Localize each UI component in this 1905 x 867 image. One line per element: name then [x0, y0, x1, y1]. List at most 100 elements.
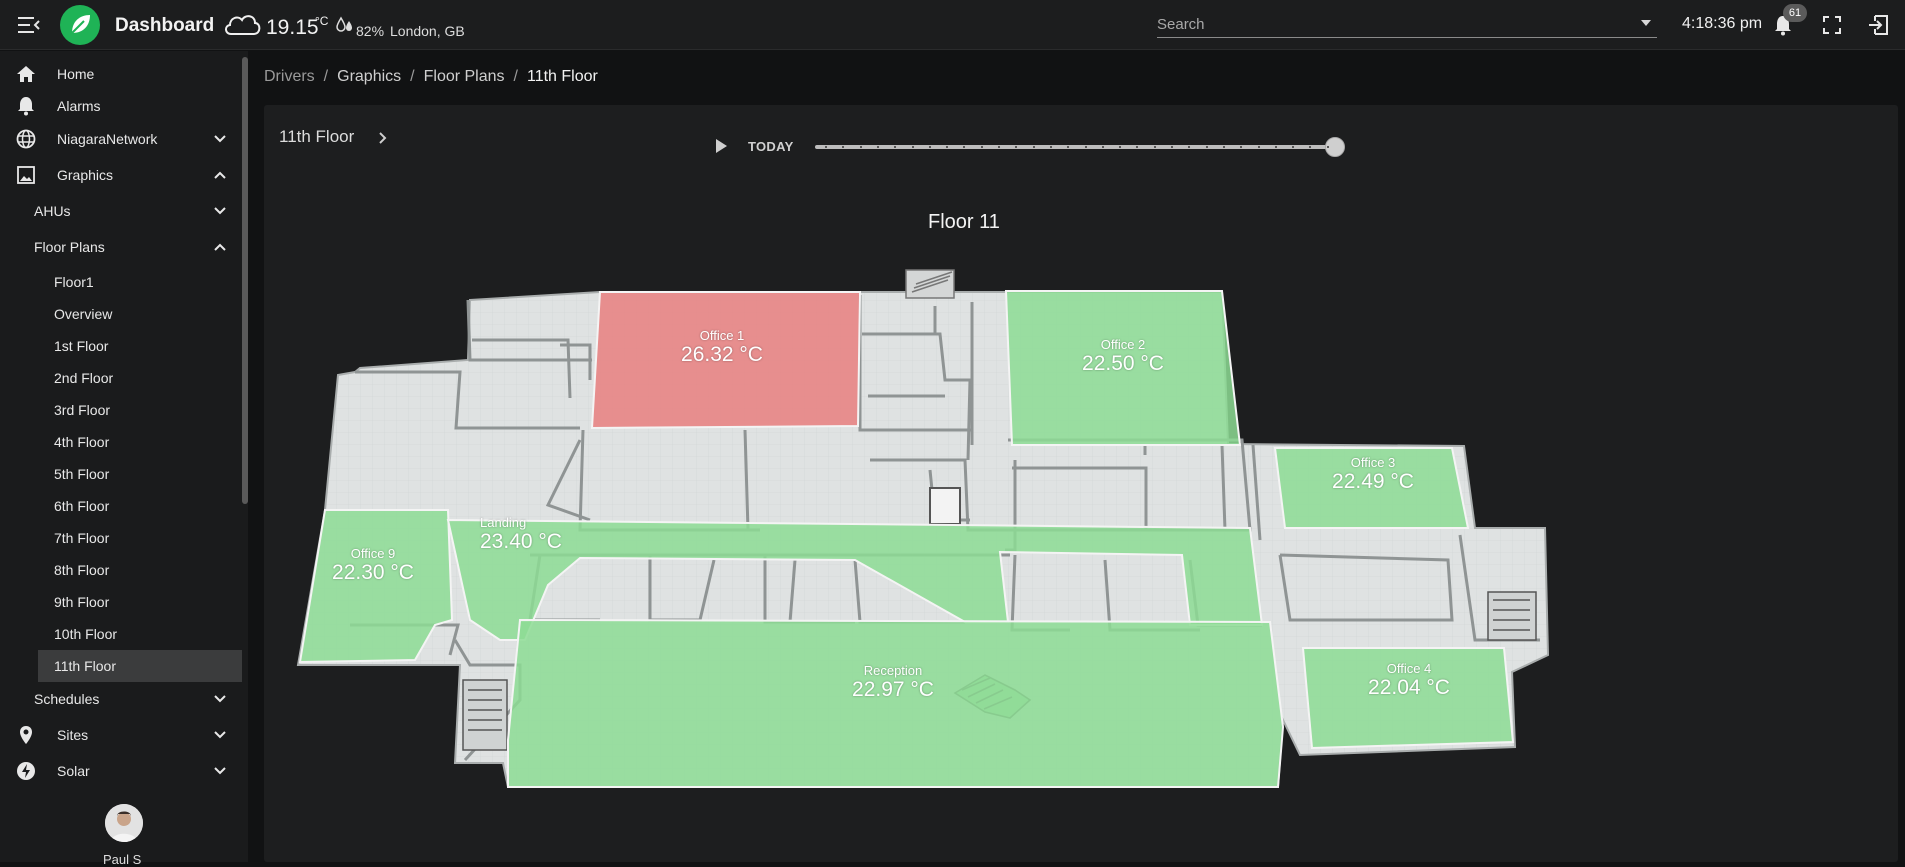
sidebar-item-6th-floor[interactable]: 6th Floor: [0, 489, 240, 523]
image-icon: [17, 166, 35, 184]
user-name: Paul S: [103, 852, 142, 867]
zone-area-office3[interactable]: [1273, 447, 1470, 529]
stairs-left: [462, 679, 508, 751]
sidebar-item-ahus[interactable]: AHUs: [0, 194, 240, 228]
breadcrumb-separator: /: [410, 68, 415, 85]
timeline-tick: [1049, 146, 1052, 148]
timeline-tick: [1274, 146, 1277, 148]
timeline-tick: [980, 146, 983, 148]
sidebar-item-label: Floor Plans: [34, 239, 105, 255]
chevron-down-icon[interactable]: [213, 694, 227, 704]
chevron-down-icon[interactable]: [213, 730, 227, 740]
sidebar-item-3rd-floor[interactable]: 3rd Floor: [0, 393, 240, 427]
humidity-icon: [336, 16, 352, 32]
sidebar-item-label: 2nd Floor: [54, 370, 114, 386]
timeline-tick: [1084, 146, 1087, 148]
timeline-slider[interactable]: [815, 137, 1345, 157]
stairs-top: [905, 269, 955, 299]
sidebar-item-graphics[interactable]: Graphics: [0, 158, 240, 192]
weather-temperature: 19.15: [266, 16, 319, 39]
timeline-tick: [928, 146, 931, 148]
sidebar-item-10th-floor[interactable]: 10th Floor: [0, 617, 240, 651]
breadcrumb-floor-plans[interactable]: Floor Plans: [424, 68, 505, 86]
sidebar-item-5th-floor[interactable]: 5th Floor: [0, 457, 240, 491]
timeline-tick: [963, 146, 966, 148]
timeline-tick: [842, 146, 845, 148]
play-icon[interactable]: [713, 137, 729, 155]
zone-area-office1[interactable]: [590, 291, 862, 430]
timeline-tick: [1015, 146, 1018, 148]
fullscreen-icon[interactable]: [1823, 16, 1841, 34]
weather-location: London, GB: [390, 23, 465, 39]
user-photo-icon: [105, 804, 143, 842]
sidebar-item-7th-floor[interactable]: 7th Floor: [0, 521, 240, 555]
timeline-tick: [859, 146, 862, 148]
sidebar-item-label: 6th Floor: [54, 498, 110, 514]
timeline-tick: [825, 146, 827, 148]
chevron-up-icon[interactable]: [213, 170, 227, 180]
sidebar-item-label: Solar: [57, 763, 90, 779]
sidebar-item-sites[interactable]: Sites: [0, 718, 240, 752]
timeline-tick: [1205, 146, 1208, 148]
sidebar-item-8th-floor[interactable]: 8th Floor: [0, 553, 240, 587]
chevron-down-icon[interactable]: [213, 206, 227, 216]
sidebar-item-9th-floor[interactable]: 9th Floor: [0, 585, 240, 619]
sidebar-item-home[interactable]: Home: [0, 57, 240, 91]
timeline-tick: [911, 146, 914, 148]
sidebar-item-floor1[interactable]: Floor1: [0, 265, 240, 299]
panel-title: 11th Floor: [279, 127, 355, 146]
sidebar-scrollbar[interactable]: [242, 57, 248, 504]
timeline-tick: [876, 146, 879, 148]
sidebar-item-1st-floor[interactable]: 1st Floor: [0, 329, 240, 363]
zone-area-office2[interactable]: [1004, 290, 1242, 446]
sidebar-item-label: 4th Floor: [54, 434, 110, 450]
sidebar-item-label: Home: [57, 66, 95, 82]
chevron-down-icon[interactable]: [1641, 20, 1651, 26]
menu-collapse-icon[interactable]: [18, 15, 40, 35]
sidebar-item-2nd-floor[interactable]: 2nd Floor: [0, 361, 240, 395]
breadcrumb-graphics[interactable]: Graphics: [337, 68, 401, 86]
weather-temperature-unit: °C: [315, 14, 329, 28]
breadcrumb-separator: /: [323, 68, 329, 85]
sidebar-item-11th-floor[interactable]: 11th Floor: [38, 650, 242, 682]
logout-icon[interactable]: [1868, 15, 1888, 35]
floor-plan: [296, 269, 1550, 788]
zone-area-reception[interactable]: [507, 618, 1285, 788]
search-input[interactable]: [1157, 12, 1617, 36]
avatar[interactable]: [105, 804, 143, 842]
top-bar: Dashboard 19.15 °C 82% London, GB 4:18:3…: [0, 0, 1905, 50]
sidebar-item-label: Schedules: [34, 691, 100, 707]
chevron-down-icon[interactable]: [213, 134, 227, 144]
sidebar-item-alarms[interactable]: Alarms: [0, 89, 240, 123]
sidebar-item-niagara-network[interactable]: NiagaraNetwork: [0, 122, 240, 156]
sidebar-item-label: 3rd Floor: [54, 402, 111, 418]
sidebar-item-label: Alarms: [57, 98, 101, 114]
notification-badge[interactable]: 61: [1783, 4, 1807, 22]
timeline-tick: [1257, 146, 1260, 148]
sidebar-item-schedules[interactable]: Schedules: [0, 682, 240, 716]
location-pin-icon: [20, 726, 32, 744]
bell-icon: [18, 97, 34, 116]
zone-area-office4[interactable]: [1301, 647, 1515, 750]
sidebar-item-label: Overview: [54, 306, 113, 322]
timeline-tick: [1153, 146, 1156, 148]
timeline-tick: [1326, 146, 1329, 148]
chevron-down-icon[interactable]: [213, 766, 227, 776]
timeline-tick: [1188, 146, 1191, 148]
breadcrumb-drivers[interactable]: Drivers: [264, 68, 315, 86]
sidebar-item-overview[interactable]: Overview: [0, 297, 240, 331]
sidebar-item-4th-floor[interactable]: 4th Floor: [0, 425, 240, 459]
cloud-icon: [225, 15, 261, 35]
sidebar-item-label: 9th Floor: [54, 594, 110, 610]
app-logo[interactable]: [60, 5, 100, 45]
timeline-tick: [1292, 146, 1295, 148]
chevron-right-icon[interactable]: [377, 130, 389, 146]
breadcrumb-separator: /: [513, 68, 518, 85]
timeline-tick: [894, 146, 897, 148]
sidebar-item-solar[interactable]: Solar: [0, 754, 240, 788]
chevron-up-icon[interactable]: [213, 242, 227, 252]
sidebar-item-floor-plans[interactable]: Floor Plans: [0, 230, 240, 264]
sidebar-item-label: Graphics: [57, 167, 114, 183]
sidebar-item-label: 1st Floor: [54, 338, 109, 354]
timeline-tick: [1067, 146, 1070, 148]
